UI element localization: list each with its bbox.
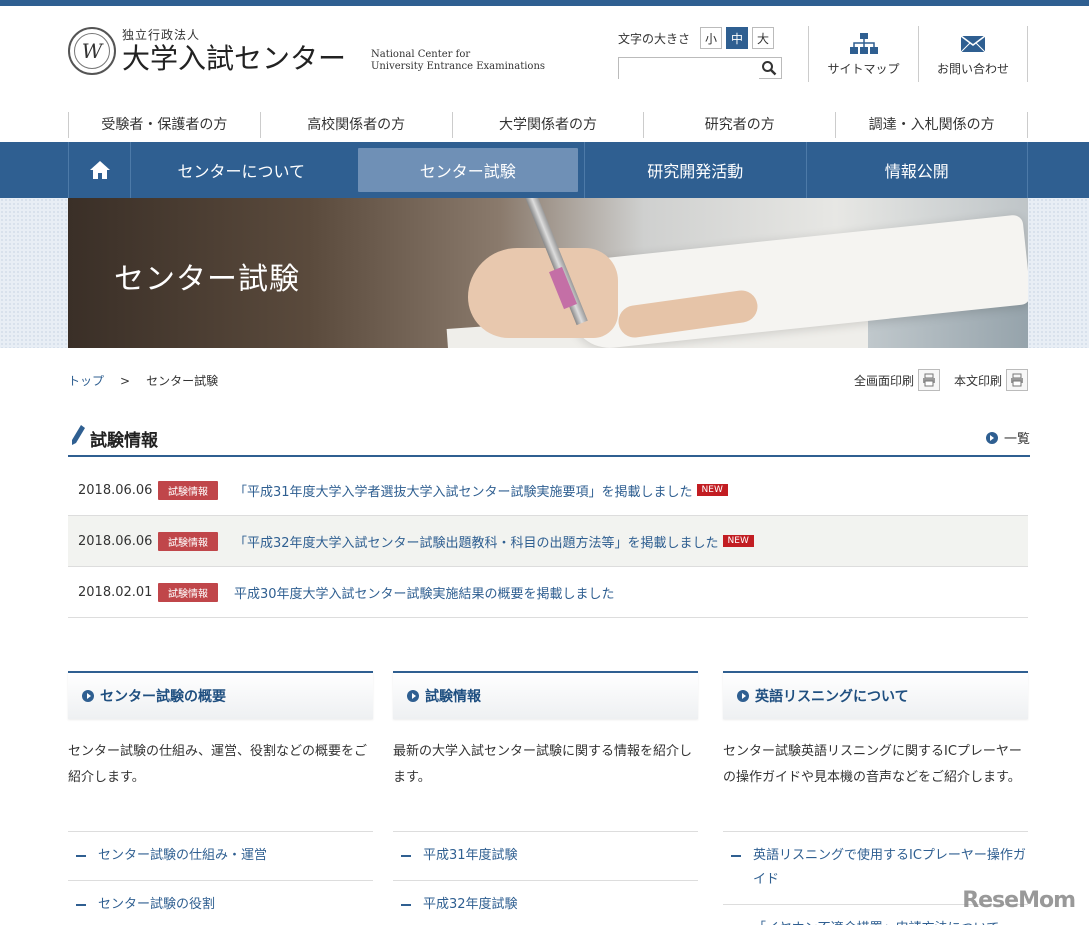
- breadcrumb: トップ > センター試験: [68, 372, 218, 389]
- category-tag: 試験情報: [158, 531, 218, 551]
- sitemap-icon: [849, 28, 879, 60]
- font-size-large-button[interactable]: 大: [752, 27, 775, 49]
- dash-icon: [401, 855, 411, 857]
- mail-icon: [960, 28, 986, 60]
- category-tag: 試験情報: [158, 582, 218, 602]
- search-icon[interactable]: [761, 60, 777, 80]
- news-date: 2018.06.06: [78, 533, 153, 549]
- dash-icon: [401, 904, 411, 906]
- section-title: 試験情報: [90, 431, 158, 451]
- dash-icon: [731, 855, 741, 857]
- main-nav: センターについて センター試験 研究開発活動 情報公開: [0, 142, 1089, 198]
- dash-icon: [76, 855, 86, 857]
- audience-nav-researchers[interactable]: 研究者の方: [643, 112, 835, 138]
- nav-about[interactable]: センターについて: [130, 142, 352, 198]
- new-badge: NEW: [696, 484, 728, 496]
- news-link[interactable]: 平成30年度大学入試センター試験実施結果の概要を掲載しました: [234, 583, 615, 602]
- top-accent-bar: [0, 0, 1089, 6]
- news-date: 2018.02.01: [78, 584, 153, 600]
- home-nav-button[interactable]: [68, 142, 130, 198]
- logo-english-name: National Center for University Entrance …: [371, 49, 546, 72]
- arrow-circle-icon: [407, 690, 419, 702]
- audience-nav-examinees[interactable]: 受験者・保護者の方: [68, 112, 260, 138]
- hero-banner: センター試験: [68, 198, 1028, 348]
- exam-info-heading: 試験情報 一覧: [68, 424, 1030, 457]
- column-description: センター試験英語リスニングに関するICプレーヤーの操作ガイドや見本機の音声などを…: [723, 739, 1028, 832]
- listening-column: 英語リスニングについて センター試験英語リスニングに関するICプレーヤーの操作ガ…: [723, 671, 1028, 925]
- breadcrumb-home[interactable]: トップ: [68, 374, 104, 388]
- news-date: 2018.06.06: [78, 482, 153, 498]
- print-full-button[interactable]: 全画面印刷: [854, 369, 941, 391]
- column-heading[interactable]: センター試験の概要: [68, 671, 373, 719]
- logo-subtitle: 独立行政法人: [122, 28, 201, 42]
- font-size-medium-button[interactable]: 中: [726, 27, 749, 49]
- column-heading[interactable]: 試験情報: [393, 671, 698, 719]
- news-item: 2018.06.06 試験情報 「平成31年度大学入学者選抜大学入試センター試験…: [68, 465, 1028, 516]
- logo-title: 大学入試センター: [122, 42, 347, 75]
- exam-info-column: 試験情報 最新の大学入試センター試験に関する情報を紹介します。 平成31年度試験…: [393, 671, 698, 925]
- arrow-circle-icon: [82, 690, 94, 702]
- dash-icon: [76, 904, 86, 906]
- sitemap-label: サイトマップ: [827, 62, 900, 76]
- audience-nav: 受験者・保護者の方 高校関係者の方 大学関係者の方 研究者の方 調達・入札関係の…: [68, 112, 1028, 138]
- news-list: 2018.06.06 試験情報 「平成31年度大学入学者選抜大学入試センター試験…: [68, 465, 1028, 618]
- view-all-link[interactable]: 一覧: [985, 428, 1030, 447]
- contact-link[interactable]: お問い合わせ: [918, 26, 1028, 82]
- column-heading[interactable]: 英語リスニングについて: [723, 671, 1028, 719]
- column-link[interactable]: センター試験の役割: [68, 881, 373, 925]
- printer-icon: [918, 369, 941, 391]
- news-link[interactable]: 「平成31年度大学入学者選抜大学入試センター試験実施要項」を掲載しました: [234, 481, 693, 500]
- printer-icon: [1006, 369, 1029, 391]
- column-link[interactable]: 平成32年度試験: [393, 881, 698, 925]
- search-box: [618, 57, 782, 80]
- news-item: 2018.06.06 試験情報 「平成32年度大学入試センター試験出題教科・科目…: [68, 516, 1028, 567]
- breadcrumb-current: センター試験: [146, 374, 219, 388]
- search-input[interactable]: [619, 60, 759, 80]
- new-badge: NEW: [722, 535, 754, 547]
- breadcrumb-separator: >: [120, 374, 131, 388]
- site-logo[interactable]: W 独立行政法人 大学入試センター: [68, 26, 346, 75]
- nav-disclosure[interactable]: 情報公開: [805, 142, 1028, 198]
- arrow-circle-icon: [985, 431, 998, 444]
- sitemap-link[interactable]: サイトマップ: [808, 26, 918, 82]
- contact-label: お問い合わせ: [936, 62, 1009, 76]
- column-link[interactable]: センター試験の仕組み・運営: [68, 832, 373, 881]
- news-item: 2018.02.01 試験情報 平成30年度大学入試センター試験実施結果の概要を…: [68, 567, 1028, 618]
- print-body-button[interactable]: 本文印刷: [954, 369, 1029, 391]
- arrow-circle-icon: [737, 690, 749, 702]
- audience-nav-university[interactable]: 大学関係者の方: [451, 112, 644, 138]
- logo-seal-icon: W: [68, 26, 116, 75]
- font-size-small-button[interactable]: 小: [700, 27, 723, 49]
- nav-center-exam[interactable]: センター試験: [357, 148, 578, 192]
- audience-nav-high-school[interactable]: 高校関係者の方: [259, 112, 452, 138]
- news-link[interactable]: 「平成32年度大学入試センター試験出題教科・科目の出題方法等」を掲載しました: [234, 532, 719, 551]
- hero-title: センター試験: [114, 262, 300, 297]
- column-description: センター試験の仕組み、運営、役割などの概要をご紹介します。: [68, 739, 373, 832]
- column-link[interactable]: 平成31年度試験: [393, 832, 698, 881]
- nav-research[interactable]: 研究開発活動: [584, 142, 806, 198]
- home-icon: [89, 161, 110, 179]
- resemom-watermark: ReseMom: [962, 888, 1076, 913]
- column-description: 最新の大学入試センター試験に関する情報を紹介します。: [393, 739, 698, 832]
- audience-nav-procurement[interactable]: 調達・入札関係の方: [835, 112, 1028, 138]
- font-size-label: 文字の大きさ: [618, 31, 691, 46]
- pencil-icon: [70, 424, 86, 450]
- overview-column: センター試験の概要 センター試験の仕組み、運営、役割などの概要をご紹介します。 …: [68, 671, 373, 925]
- font-size-selector: 文字の大きさ 小 中 大: [618, 27, 775, 49]
- category-tag: 試験情報: [158, 480, 218, 500]
